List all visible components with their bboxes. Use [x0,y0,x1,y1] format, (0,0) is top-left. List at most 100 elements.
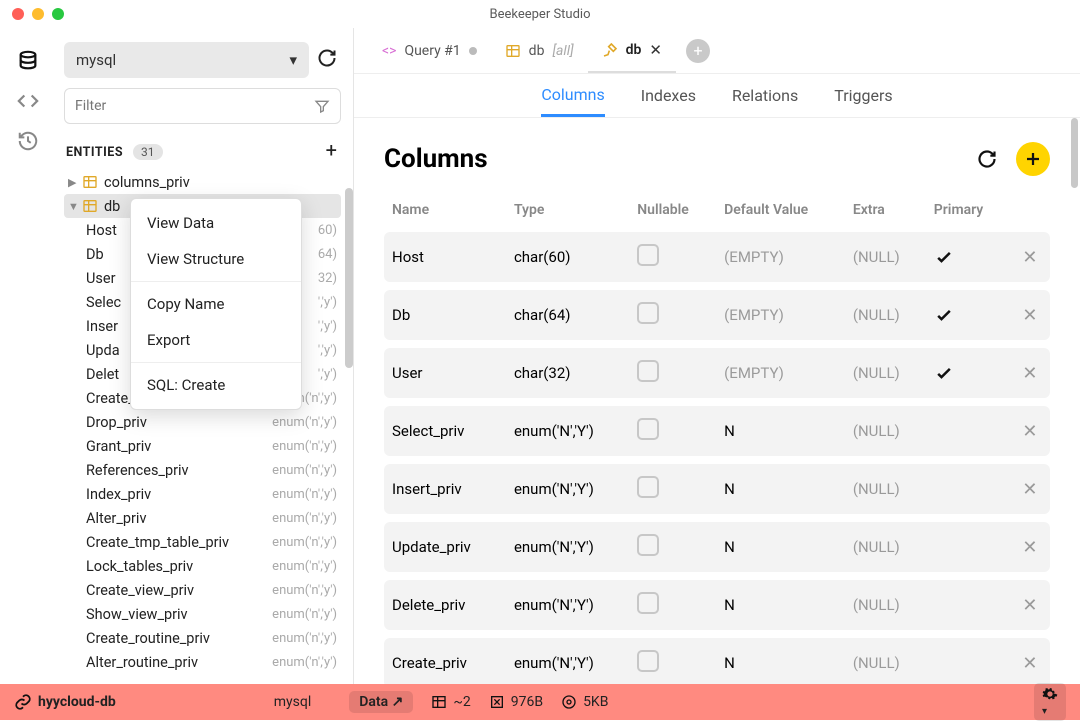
menu-item-sql-create[interactable]: SQL: Create [131,367,301,403]
content-area: <> Query #1 db [all] db ✕ + Columns Inde… [354,28,1080,684]
table-row[interactable]: Hostchar(60)(EMPTY)(NULL)✕ [384,232,1050,282]
menu-item-copy-name[interactable]: Copy Name [131,286,301,322]
tree-table-row[interactable]: ▶ columns_priv [64,170,341,194]
tab-label: Query #1 [404,43,460,59]
menu-item-view-structure[interactable]: View Structure [131,241,301,277]
filter-icon[interactable] [314,98,330,114]
table-row[interactable]: Update_privenum('N','Y')N(NULL)✕ [384,522,1050,572]
cell-nullable [629,638,716,684]
filter-input[interactable] [75,98,314,114]
tab-db-all[interactable]: db [all] [491,28,588,73]
column-type: ','y') [318,295,337,310]
table-row[interactable]: Create_privenum('N','Y')N(NULL)✕ [384,638,1050,684]
data-button[interactable]: Data ↗ [349,691,413,713]
tree-column-row[interactable]: Grant_privenum('n','y') [64,434,341,458]
cell-extra: (NULL) [845,406,926,456]
add-column-button[interactable] [1016,142,1050,176]
column-type: enum('n','y') [272,487,337,502]
col-header-extra: Extra [845,202,926,224]
tree-item-label: db [104,198,120,215]
window-controls [12,8,64,20]
cell-default: N [716,522,845,572]
add-tab-button[interactable]: + [686,39,710,63]
tree-column-row[interactable]: References_privenum('n','y') [64,458,341,482]
column-name: Lock_tables_priv [86,558,193,575]
tree-column-row[interactable]: Index_privenum('n','y') [64,482,341,506]
subtab-columns[interactable]: Columns [541,85,604,117]
col-header-default: Default Value [716,202,845,224]
delete-row-button[interactable]: ✕ [1010,638,1050,684]
table-row[interactable]: Select_privenum('N','Y')N(NULL)✕ [384,406,1050,456]
titlebar: Beekeeper Studio [0,0,1080,28]
delete-row-button[interactable]: ✕ [1010,290,1050,340]
refresh-connection-button[interactable] [317,48,341,72]
column-name: Host [86,222,117,239]
table-row[interactable]: Userchar(32)(EMPTY)(NULL)✕ [384,348,1050,398]
subtab-indexes[interactable]: Indexes [641,86,696,115]
delete-row-button[interactable]: ✕ [1010,406,1050,456]
table-row[interactable]: Insert_privenum('N','Y')N(NULL)✕ [384,464,1050,514]
col-header-type: Type [506,202,629,224]
subtab-relations[interactable]: Relations [732,86,798,115]
tree-column-row[interactable]: Alter_privenum('n','y') [64,506,341,530]
subtab-triggers[interactable]: Triggers [834,86,892,115]
nullable-checkbox[interactable] [637,534,659,556]
delete-row-button[interactable]: ✕ [1010,580,1050,630]
chevron-right-icon[interactable]: ▶ [68,176,82,189]
connection-status[interactable]: hyycloud-db [14,693,116,711]
cell-extra: (NULL) [845,522,926,572]
tree-column-row[interactable]: Alter_routine_privenum('n','y') [64,650,341,674]
history-icon[interactable] [17,130,39,152]
cell-type: enum('N','Y') [506,638,629,684]
add-entity-button[interactable]: + [326,138,337,162]
menu-item-view-data[interactable]: View Data [131,205,301,241]
maximize-window-icon[interactable] [52,8,64,20]
cell-primary [926,522,1010,572]
chevron-down-icon[interactable]: ▼ [68,200,82,213]
nullable-checkbox[interactable] [637,650,659,672]
col-header-nullable: Nullable [629,202,716,224]
nullable-checkbox[interactable] [637,476,659,498]
nullable-checkbox[interactable] [637,302,659,324]
tree-column-row[interactable]: Lock_tables_privenum('n','y') [64,554,341,578]
minimize-window-icon[interactable] [32,8,44,20]
content-scrollbar[interactable] [1071,118,1078,188]
cell-type: enum('N','Y') [506,464,629,514]
delete-row-button[interactable]: ✕ [1010,348,1050,398]
menu-separator [131,362,301,363]
cell-primary [926,580,1010,630]
cell-nullable [629,580,716,630]
nullable-checkbox[interactable] [637,592,659,614]
settings-button[interactable]: ▾ [1034,683,1066,721]
tree-column-row[interactable]: Create_view_privenum('n','y') [64,578,341,602]
column-type: 60) [318,223,337,238]
table-row[interactable]: Delete_privenum('N','Y')N(NULL)✕ [384,580,1050,630]
close-window-icon[interactable] [12,8,24,20]
status-bar: hyycloud-db mysql Data ↗ ~2 976B 5KB ▾ [0,684,1080,720]
tree-column-row[interactable]: Create_routine_privenum('n','y') [64,626,341,650]
tab-query-1[interactable]: <> Query #1 [368,28,491,73]
delete-row-button[interactable]: ✕ [1010,464,1050,514]
tree-column-row[interactable]: Drop_privenum('n','y') [64,410,341,434]
connection-selector[interactable]: mysql ▾ [64,42,309,78]
cell-name: Select_priv [384,406,506,456]
tree-column-row[interactable]: Create_tmp_table_privenum('n','y') [64,530,341,554]
table-row[interactable]: Dbchar(64)(EMPTY)(NULL)✕ [384,290,1050,340]
close-tab-button[interactable]: ✕ [649,41,662,59]
cell-default: N [716,464,845,514]
database-icon[interactable] [17,50,39,72]
delete-row-button[interactable]: ✕ [1010,232,1050,282]
cell-primary [926,638,1010,684]
code-icon[interactable] [17,90,39,112]
sidebar-scrollbar[interactable] [345,188,353,368]
delete-row-button[interactable]: ✕ [1010,522,1050,572]
column-type: ','y') [318,319,337,334]
nullable-checkbox[interactable] [637,244,659,266]
refresh-columns-button[interactable] [970,142,1004,176]
filter-input-wrap[interactable] [64,88,341,124]
nullable-checkbox[interactable] [637,418,659,440]
menu-item-export[interactable]: Export [131,322,301,358]
tab-db-structure[interactable]: db ✕ [588,28,676,73]
tree-column-row[interactable]: Show_view_privenum('n','y') [64,602,341,626]
nullable-checkbox[interactable] [637,360,659,382]
